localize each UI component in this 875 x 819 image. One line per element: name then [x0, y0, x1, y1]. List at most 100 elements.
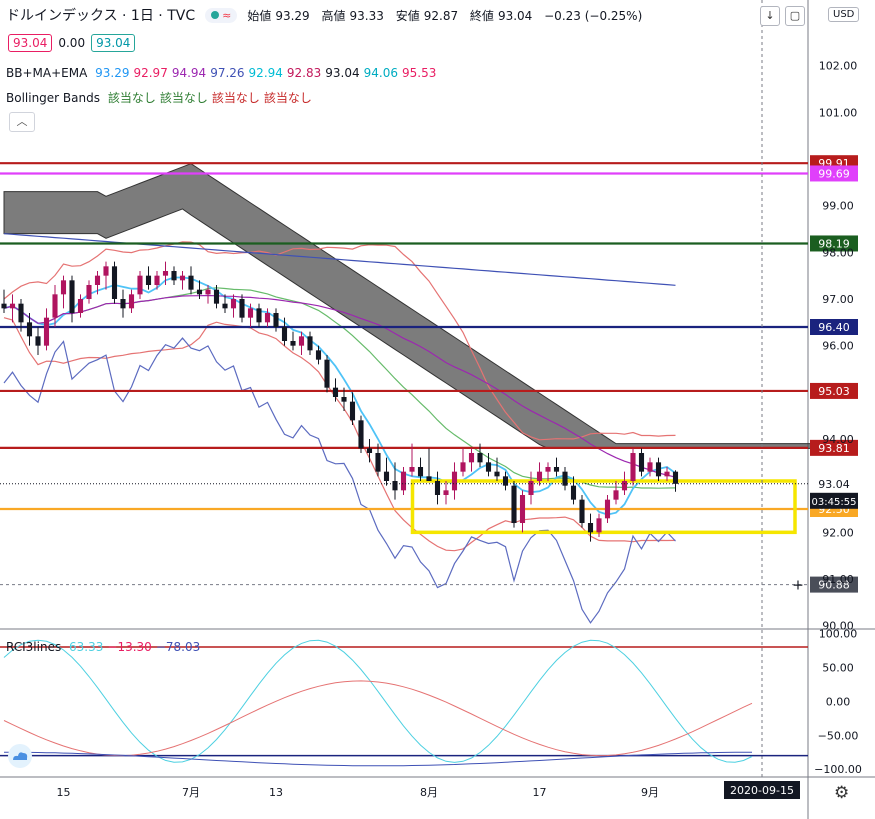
x-tick-label: 13 — [269, 786, 283, 799]
candle-body — [596, 518, 602, 533]
indicator-name: Bollinger Bands — [6, 91, 100, 105]
candle-body — [400, 471, 407, 491]
candle-body — [630, 453, 636, 481]
chevron-up-icon[interactable]: ︿ — [9, 112, 35, 132]
legend-value: 該当なし — [159, 91, 208, 105]
y-tick-label: 98.00 — [822, 246, 854, 259]
candle-body — [94, 275, 101, 285]
market-status-dot — [211, 11, 220, 19]
candle-body — [604, 499, 611, 519]
cloud-logo-icon[interactable] — [8, 744, 32, 768]
trade-panel: 93.04 0.00 93.04 — [8, 34, 136, 52]
candle-body — [213, 289, 220, 304]
candle-body — [18, 303, 24, 323]
currency-label[interactable]: USD — [828, 7, 860, 22]
candle-body — [587, 523, 594, 533]
legend-value: 94.94 — [171, 66, 207, 80]
candle-body — [154, 275, 160, 285]
square-icon[interactable]: ▢ — [785, 6, 805, 26]
candle-body — [205, 289, 211, 295]
candle-body — [519, 495, 526, 523]
candle-body — [60, 280, 67, 295]
candle-body — [417, 467, 424, 477]
bbmaema-legend[interactable]: BB+MA+EMA 93.29 92.97 94.94 97.26 92.94 92.83… — [6, 66, 440, 80]
candle-body — [545, 467, 551, 472]
candle-body — [120, 299, 126, 309]
buy-button[interactable]: 93.04 — [91, 34, 136, 52]
y-tick-label: 102.00 — [819, 60, 858, 73]
candle-body — [468, 453, 475, 463]
last-price-label: 93.04 — [818, 478, 850, 491]
candle-body — [145, 275, 152, 285]
candle-body — [375, 453, 381, 472]
candle-body — [494, 471, 500, 477]
candle-body — [460, 462, 466, 472]
candle-body — [239, 299, 245, 318]
candle-body — [647, 462, 653, 472]
candle-body — [672, 471, 679, 484]
x-tick-label: 17 — [533, 786, 547, 799]
candle-body — [315, 350, 322, 360]
y-tick-label: 101.00 — [819, 106, 858, 119]
candle-body — [162, 271, 169, 276]
candle-body — [77, 299, 84, 313]
candle-body — [222, 303, 228, 309]
candle-body — [256, 308, 262, 323]
legend-value: 92.97 — [133, 66, 168, 80]
arrow-down-icon[interactable]: ↓ — [760, 6, 780, 26]
crosshair-plus: + — [792, 578, 804, 594]
legend-value: 93.29 — [95, 66, 130, 80]
candle-body — [426, 476, 432, 481]
legend-value: −78.03 — [155, 640, 201, 654]
wave-icon: ≈ — [222, 8, 232, 22]
candle-body — [366, 448, 373, 453]
spread-value: 0.00 — [58, 36, 86, 50]
long-ma-line — [3, 294, 676, 478]
candle-body — [621, 481, 628, 491]
current-date-label: 2020-09-15 — [730, 784, 794, 797]
candle-body — [349, 401, 356, 421]
ichimoku-cloud — [3, 163, 829, 449]
candle-body — [358, 420, 364, 449]
sell-button[interactable]: 93.04 — [8, 34, 53, 52]
candle-body — [52, 294, 58, 318]
candle-body — [664, 471, 670, 477]
price-chart[interactable]: 99.9199.6998.1996.4095.0393.8192.5093.04… — [0, 0, 875, 819]
rci-short-line — [3, 639, 753, 763]
candle-body — [485, 462, 492, 472]
candle-body — [137, 275, 143, 295]
rci-tick-label: 100.00 — [819, 627, 858, 640]
candle-body — [43, 317, 50, 346]
candle-body — [298, 336, 305, 346]
candle-body — [307, 336, 313, 351]
bollinger-legend[interactable]: Bollinger Bands 該当なし 該当なし 該当なし 該当なし — [6, 89, 316, 106]
candle-body — [536, 471, 543, 481]
candle-body — [188, 275, 194, 290]
rci-tick-label: −100.00 — [814, 763, 862, 776]
y-tick-label: 99.00 — [822, 200, 854, 213]
candle-body — [273, 313, 279, 327]
symbol-title[interactable]: ドルインデックス · 1日 · TVC — [0, 5, 195, 25]
candle-body — [324, 359, 330, 388]
gear-icon[interactable]: ⚙ — [834, 783, 849, 803]
indicator-name: BB+MA+EMA — [6, 66, 88, 80]
candle-body — [332, 387, 339, 397]
rci-long-line — [4, 751, 752, 767]
candle-body — [86, 285, 92, 299]
candle-body — [443, 490, 449, 495]
x-tick-label: 9月 — [641, 786, 659, 799]
candle-body — [35, 336, 41, 346]
candle-body — [553, 467, 560, 472]
candle-body — [111, 266, 118, 299]
rci-tick-label: 50.00 — [822, 661, 854, 674]
chart-header: ドルインデックス · 1日 · TVC ≈ 始値 93.29 高値 93.33 安値… — [0, 0, 646, 30]
x-tick-label: 8月 — [420, 786, 438, 799]
status-indicator[interactable]: ≈ — [205, 7, 238, 23]
candle-body — [230, 299, 237, 309]
candle-body — [26, 322, 33, 337]
candle-body — [409, 467, 415, 472]
candle-body — [477, 453, 483, 463]
legend-value: 該当なし — [107, 91, 156, 105]
x-tick-label: 15 — [57, 786, 71, 799]
rci-legend[interactable]: RCI3lines 63.33 −13.30 −78.03 — [6, 640, 204, 654]
